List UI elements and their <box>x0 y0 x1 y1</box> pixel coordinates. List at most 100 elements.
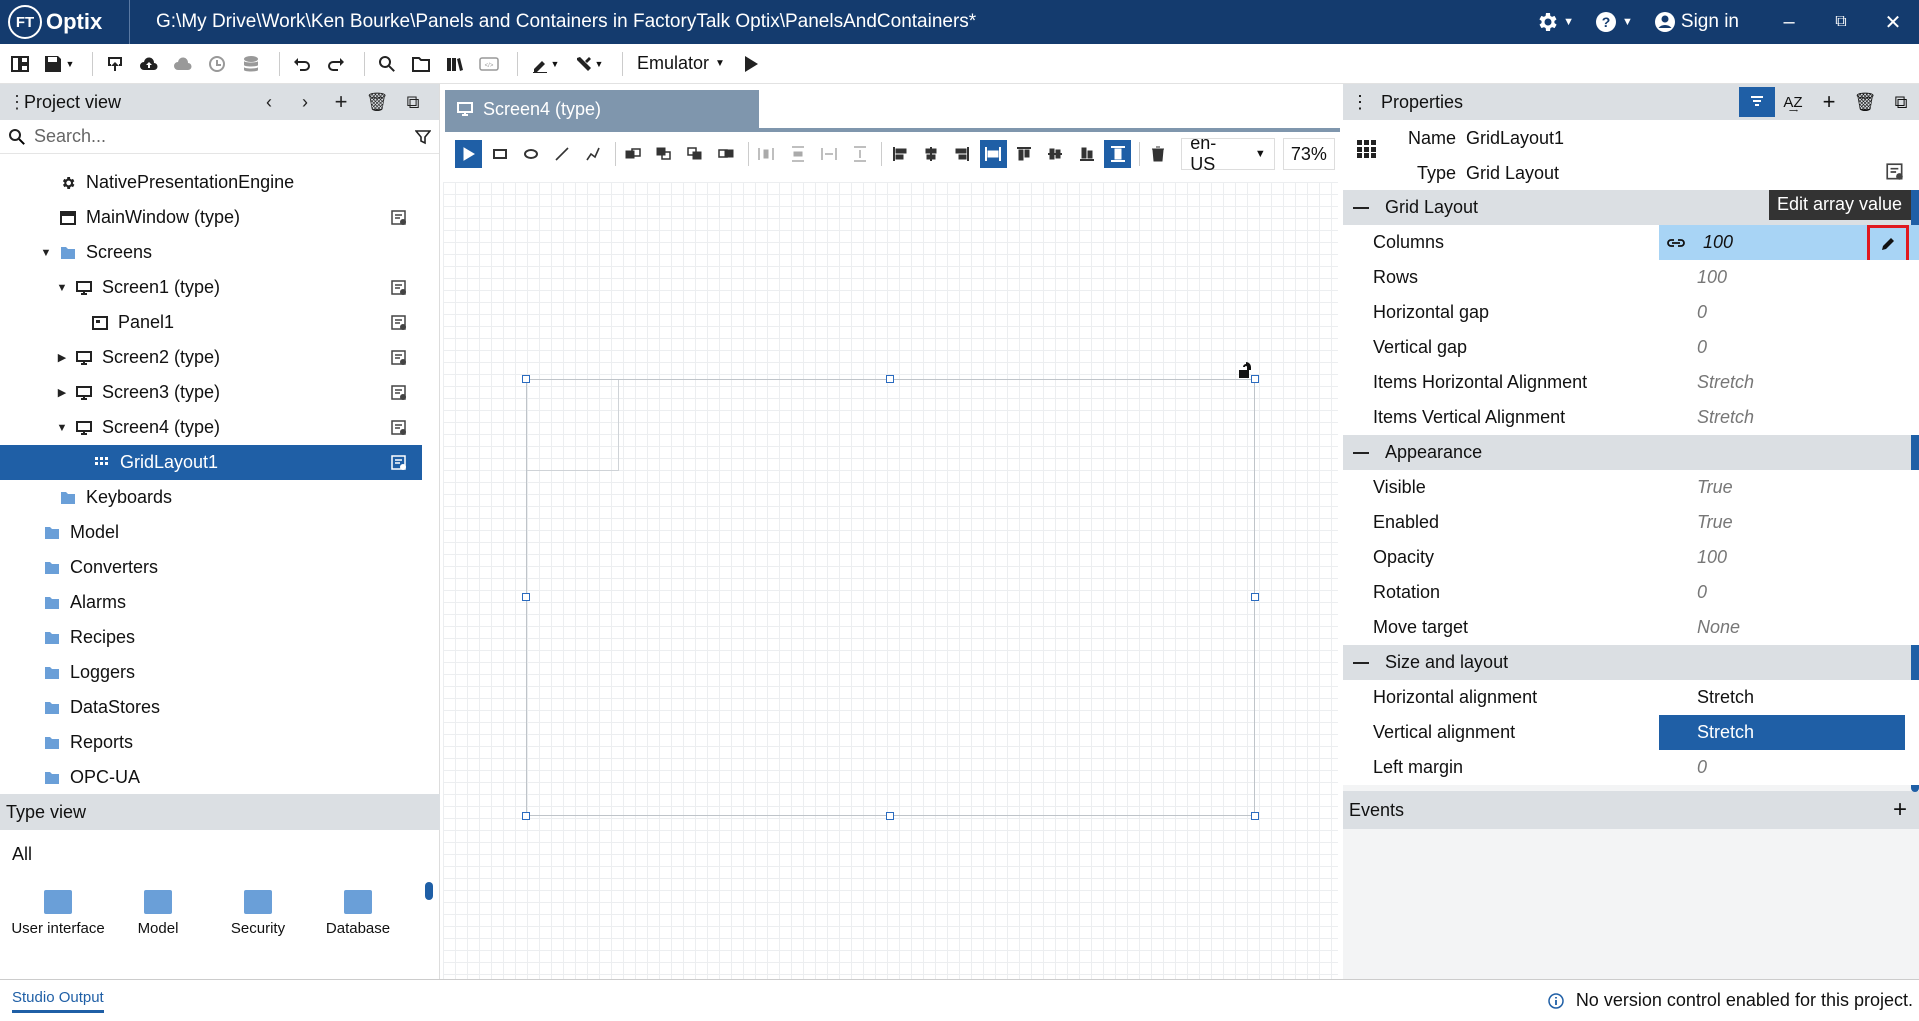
edit-properties-icon[interactable] <box>390 314 408 332</box>
prop-value[interactable]: Stretch <box>1659 400 1919 435</box>
expand-arrow-icon[interactable]: ▼ <box>38 247 54 259</box>
space-v-button[interactable] <box>846 140 873 168</box>
undo-button[interactable] <box>288 50 316 78</box>
tree-item-converters[interactable]: Converters <box>0 550 422 585</box>
prop-horizontal-alignment[interactable]: Horizontal alignment Stretch <box>1343 680 1919 715</box>
prop-value[interactable]: 0 <box>1659 295 1919 330</box>
redo-button[interactable] <box>322 50 350 78</box>
find-button[interactable] <box>373 50 401 78</box>
distribute-h-button[interactable] <box>753 140 780 168</box>
expand-arrow-icon[interactable]: ▶ <box>54 351 70 364</box>
resize-handle[interactable] <box>522 812 530 820</box>
prop-enabled[interactable]: Enabled True <box>1343 505 1919 540</box>
prop-value[interactable]: Stretch <box>1659 715 1905 750</box>
tree-item-screens[interactable]: ▼ Screens <box>0 235 422 270</box>
tree-item-opc-ua[interactable]: OPC-UA <box>0 760 422 786</box>
prop-value[interactable]: True <box>1659 470 1919 505</box>
prop-columns[interactable]: Columns 100 <box>1343 225 1919 263</box>
open-folder-button[interactable] <box>407 50 435 78</box>
line-tool[interactable] <box>548 140 575 168</box>
prop-value[interactable]: Stretch <box>1659 680 1919 715</box>
prop-horizontal-gap[interactable]: Horizontal gap 0 <box>1343 295 1919 330</box>
tree-item-recipes[interactable]: Recipes <box>0 620 422 655</box>
prop-vertical-gap[interactable]: Vertical gap 0 <box>1343 330 1919 365</box>
zoom-level[interactable]: 73% <box>1282 138 1336 170</box>
section-size-and-layout[interactable]: Size and layout <box>1343 645 1919 680</box>
prop-value[interactable]: True <box>1659 505 1919 540</box>
polyline-tool[interactable] <box>579 140 606 168</box>
drag-grip-icon[interactable]: ⋮ <box>8 92 26 113</box>
tree-item-mainwindow[interactable]: MainWindow (type) <box>0 200 422 235</box>
tree-item-panel1[interactable]: Panel1 <box>0 305 422 340</box>
prop-value[interactable]: 0 <box>1659 575 1919 610</box>
prop-opacity[interactable]: Opacity 100 <box>1343 540 1919 575</box>
code-button[interactable]: </> <box>475 50 503 78</box>
prop-left-margin[interactable]: Left margin 0 <box>1343 750 1919 785</box>
alpha-sort-icon[interactable]: A͢Z <box>1775 87 1811 117</box>
resize-handle[interactable] <box>886 375 894 383</box>
style-button[interactable]: ▼ <box>526 50 564 78</box>
edit-properties-icon[interactable] <box>390 419 408 437</box>
database-button[interactable] <box>237 50 265 78</box>
type-item-database[interactable]: Database <box>308 890 408 938</box>
resize-handle[interactable] <box>886 812 894 820</box>
section-appearance[interactable]: Appearance <box>1343 435 1919 470</box>
prop-value[interactable]: Stretch <box>1659 365 1919 400</box>
delete-element-button[interactable] <box>1144 140 1171 168</box>
tree-item-screen2[interactable]: ▶ Screen2 (type) <box>0 340 422 375</box>
edit-properties-icon[interactable] <box>1885 162 1905 182</box>
events-section[interactable]: Events + <box>1343 791 1919 829</box>
prop-vertical-alignment[interactable]: Vertical alignment Stretch <box>1343 715 1919 750</box>
tree-item-keyboards[interactable]: Keyboards <box>0 480 422 515</box>
prop-value[interactable]: 0 <box>1659 330 1919 365</box>
tree-item-alarms[interactable]: Alarms <box>0 585 422 620</box>
help-menu[interactable]: ? ▼ <box>1584 0 1643 44</box>
layout-button[interactable] <box>6 50 34 78</box>
type-item-security[interactable]: Security <box>208 890 308 938</box>
sign-in-button[interactable]: Sign in <box>1643 0 1749 44</box>
type-view-scrollbar[interactable] <box>425 882 433 900</box>
align-top-button[interactable] <box>1011 140 1038 168</box>
delete-icon[interactable]: 🗑 <box>1847 87 1883 117</box>
prop-value[interactable]: 100 <box>1659 540 1919 575</box>
edit-properties-icon[interactable] <box>390 209 408 227</box>
history-button[interactable] <box>203 50 231 78</box>
rectangle-tool[interactable] <box>486 140 513 168</box>
align-bottom-button[interactable] <box>1073 140 1100 168</box>
type-item-model[interactable]: Model <box>108 890 208 938</box>
prop-value[interactable]: 0 <box>1659 750 1919 785</box>
ellipse-tool[interactable] <box>517 140 544 168</box>
prop-rows[interactable]: Rows 100 <box>1343 260 1919 295</box>
tree-item-loggers[interactable]: Loggers <box>0 655 422 690</box>
resize-handle[interactable] <box>522 593 530 601</box>
expand-arrow-icon[interactable]: ▼ <box>54 422 70 434</box>
tree-item-datastores[interactable]: DataStores <box>0 690 422 725</box>
add-icon[interactable]: + <box>1893 796 1907 824</box>
minimize-button[interactable]: – <box>1763 0 1815 44</box>
name-value[interactable]: GridLayout1 <box>1466 128 1564 148</box>
type-view-filter[interactable]: All <box>0 830 440 880</box>
sort-icon[interactable] <box>1739 87 1775 117</box>
run-button[interactable] <box>737 50 765 78</box>
locale-select[interactable]: en-US ▼ <box>1181 133 1275 174</box>
forward-icon[interactable]: › <box>287 92 323 113</box>
prop-value[interactable]: None <box>1659 610 1919 645</box>
library-button[interactable] <box>441 50 469 78</box>
expand-arrow-icon[interactable]: ▼ <box>54 282 70 294</box>
align-middle-button[interactable] <box>1042 140 1069 168</box>
tree-item-gridlayout1[interactable]: GridLayout1 <box>0 445 422 480</box>
stretch-horizontal-button[interactable] <box>979 140 1007 168</box>
studio-output-tab[interactable]: Studio Output <box>12 989 104 1013</box>
expand-arrow-icon[interactable]: ▶ <box>54 386 70 399</box>
cloud-download-button[interactable] <box>169 50 197 78</box>
resize-handle[interactable] <box>1251 593 1259 601</box>
popout-icon[interactable]: ⧉ <box>395 92 431 113</box>
prop-rotation[interactable]: Rotation 0 <box>1343 575 1919 610</box>
add-icon[interactable]: + <box>1811 87 1847 117</box>
select-tool[interactable] <box>455 140 483 168</box>
tools-button[interactable]: ▼ <box>570 50 608 78</box>
prop-visible[interactable]: Visible True <box>1343 470 1919 505</box>
tree-item-screen4[interactable]: ▼ Screen4 (type) <box>0 410 422 445</box>
close-button[interactable]: ✕ <box>1867 0 1919 44</box>
edit-properties-icon[interactable] <box>390 384 408 402</box>
